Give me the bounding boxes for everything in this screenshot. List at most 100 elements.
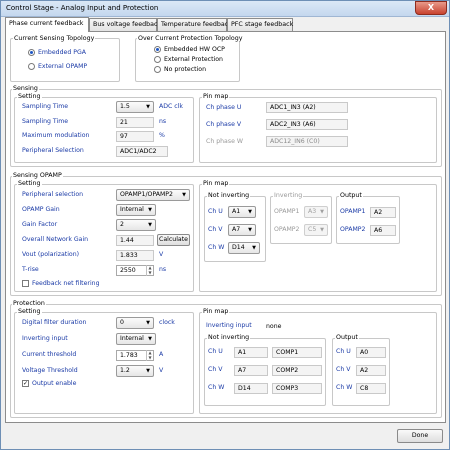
- embedded-pga-label: Embedded PGA: [38, 49, 86, 56]
- opamp-setting-title: Setting: [17, 180, 42, 187]
- protection-ch-v-pin: A7: [234, 365, 268, 376]
- voltage-threshold-select[interactable]: 1.2 ▼: [116, 365, 154, 377]
- opamp-peripheral-label: Peripheral selection: [22, 191, 84, 198]
- vout-field: 1.833: [116, 250, 154, 261]
- opamp-ch-w-select[interactable]: D14 ▼: [228, 242, 260, 254]
- ch-phase-w-label: Ch phase W: [206, 138, 243, 145]
- chevron-down-icon: ▼: [182, 192, 186, 198]
- protection-ch-w-comp: COMP3: [272, 383, 322, 394]
- trise-spinner[interactable]: ▲ ▼: [146, 265, 153, 276]
- no-protection-radio[interactable]: [154, 66, 161, 73]
- max-modulation-label: Maximum modulation: [22, 132, 90, 139]
- opamp-peripheral-select[interactable]: OPAMP1/OPAMP2 ▼: [116, 189, 190, 201]
- protection-out-v-field: A2: [356, 365, 386, 376]
- protection-ch-w-label: Ch W: [208, 384, 225, 391]
- ocp-topology-title: Over Current Protection Topology: [137, 35, 244, 42]
- protection-not-inverting-title: Not inverting: [207, 334, 251, 341]
- opamp-output-group: [336, 196, 400, 244]
- chevron-down-icon: ▼: [320, 209, 324, 215]
- protection-setting-title: Setting: [17, 308, 42, 315]
- opamp2-inverting-select[interactable]: C5 ▼: [304, 224, 328, 236]
- opamp-gain-select[interactable]: Internal ▼: [116, 204, 156, 216]
- protection-title: Protection: [12, 300, 46, 307]
- external-opamp-radio[interactable]: [28, 63, 35, 70]
- digital-filter-select[interactable]: 0 ▼: [116, 317, 154, 329]
- sampling-time-ns-unit: ns: [159, 118, 167, 125]
- opamp-ch-u-select[interactable]: A1 ▼: [228, 206, 256, 218]
- sampling-time-ns-field: 21: [116, 117, 154, 128]
- opamp2-inverting-label: OPAMP2: [274, 226, 300, 233]
- peripheral-selection-label: Peripheral Selection: [22, 147, 84, 154]
- protection-output-title: Output: [335, 334, 359, 341]
- opamp2-output-field: A6: [370, 225, 396, 236]
- title-bar: Control Stage - Analog Input and Protect…: [1, 1, 449, 17]
- max-modulation-field: 97: [116, 131, 154, 142]
- protection-out-u-label: Ch U: [336, 348, 351, 355]
- overall-network-gain-label: Overall Network Gain: [22, 236, 89, 243]
- tab-temperature[interactable]: Temperature feedback: [157, 18, 232, 31]
- sensing-title: Sensing: [12, 85, 39, 92]
- close-button[interactable]: X: [415, 1, 447, 15]
- opamp1-output-label: OPAMP1: [340, 208, 366, 215]
- sensing-setting-title: Setting: [17, 93, 42, 100]
- opamp-ch-v-select[interactable]: A7 ▼: [228, 224, 256, 236]
- voltage-threshold-label: Voltage Threshold: [22, 367, 78, 374]
- tab-phase-current[interactable]: Phase current feedback: [5, 17, 89, 32]
- calculate-button[interactable]: Calculate: [157, 234, 190, 246]
- protection-ch-v-comp: COMP2: [272, 365, 322, 376]
- output-enable-checkbox[interactable]: ✓: [22, 380, 29, 387]
- opamp-gain-label: OPAMP Gain: [22, 206, 60, 213]
- external-protection-label: External Protection: [164, 56, 223, 63]
- chevron-down-icon: ▼: [252, 245, 256, 251]
- ch-phase-u-field: ADC1_IN3 (A2): [266, 102, 348, 113]
- vout-label: Vout (polarization): [22, 251, 80, 258]
- max-modulation-unit: %: [159, 132, 165, 139]
- trise-label: T-rise: [22, 266, 39, 273]
- opamp1-inverting-select[interactable]: A3 ▼: [304, 206, 328, 218]
- digital-filter-unit: clock: [159, 319, 175, 326]
- tab-bus-voltage[interactable]: Bus voltage feedback: [89, 18, 161, 31]
- sampling-time-select[interactable]: 1.5 ▼: [116, 101, 154, 113]
- dialog-window: Control Stage - Analog Input and Protect…: [0, 0, 450, 450]
- chevron-down-icon: ▼: [248, 209, 252, 215]
- opamp-ch-w-label: Ch W: [208, 244, 225, 251]
- opamp-pinmap-title: Pin map: [202, 180, 230, 187]
- ch-phase-u-label: Ch phase U: [206, 104, 242, 111]
- gain-factor-select[interactable]: 2 ▼: [116, 219, 156, 231]
- ch-phase-v-field: ADC2_IN3 (A6): [266, 119, 348, 130]
- opamp1-inverting-label: OPAMP1: [274, 208, 300, 215]
- feedback-filtering-label: Feedback net filtering: [32, 280, 100, 287]
- sensing-pinmap-title: Pin map: [202, 93, 230, 100]
- tab-pfc-stage[interactable]: PFC stage feedback: [227, 18, 293, 31]
- current-sensing-topology-group: [10, 38, 120, 82]
- current-threshold-spinner[interactable]: ▲ ▼: [146, 350, 153, 361]
- protection-ch-w-pin: D14: [234, 383, 268, 394]
- overall-network-gain-field: 1.44: [116, 235, 154, 246]
- ch-phase-w-field: ADC12_IN6 (C0): [266, 136, 348, 147]
- chevron-down-icon: ▼: [148, 207, 152, 213]
- chevron-down-icon: ▼: [146, 368, 150, 374]
- embedded-hw-ocp-radio[interactable]: [154, 46, 161, 53]
- protection-ch-v-label: Ch V: [208, 366, 223, 373]
- chevron-down-icon: ▼: [148, 222, 152, 228]
- protection-out-w-field: C8: [356, 383, 386, 394]
- sampling-time-ns-label: Sampling Time: [22, 118, 69, 125]
- sensing-opamp-title: Sensing OPAMP: [12, 172, 63, 179]
- chevron-down-icon: ▼: [148, 336, 152, 342]
- opamp-ch-u-label: Ch U: [208, 208, 223, 215]
- chevron-down-icon: ▼: [320, 227, 324, 233]
- opamp2-output-label: OPAMP2: [340, 226, 366, 233]
- opamp-output-title: Output: [339, 192, 363, 199]
- protection-ch-u-label: Ch U: [208, 348, 223, 355]
- embedded-pga-radio[interactable]: [28, 49, 35, 56]
- external-protection-radio[interactable]: [154, 56, 161, 63]
- no-protection-label: No protection: [164, 66, 206, 73]
- protection-setting-group: [14, 312, 194, 414]
- trise-unit: ns: [159, 266, 167, 273]
- inverting-input-select[interactable]: Internal ▼: [116, 333, 156, 345]
- inverting-group: [270, 196, 332, 244]
- window-title: Control Stage - Analog Input and Protect…: [6, 4, 159, 12]
- protection-inverting-input-value: none: [262, 321, 294, 332]
- done-button[interactable]: Done: [397, 429, 443, 443]
- feedback-filtering-checkbox[interactable]: [22, 280, 29, 287]
